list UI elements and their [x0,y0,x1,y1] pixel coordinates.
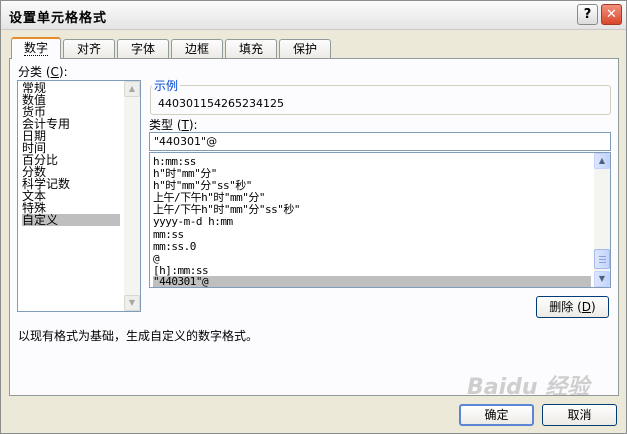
ok-button[interactable]: 确定 [459,404,534,426]
list-item[interactable]: yyyy-m-d h:mm [153,216,591,228]
tab-protection[interactable]: 保护 [279,39,331,58]
sample-value: 440301154265234125 [158,97,284,110]
tab-label: 数字 [23,41,48,56]
watermark: Baidu 经验 [467,375,590,400]
help-button[interactable]: ? [577,4,598,25]
sample-label: 示例 [152,77,181,94]
type-input[interactable]: "440301"@ [149,132,611,151]
type-label: 类型 (T): [149,118,198,132]
tab-font[interactable]: 字体 [117,39,169,58]
scroll-down-icon[interactable]: ▼ [124,295,140,311]
list-item[interactable]: mm:ss.0 [153,241,591,253]
format-scrollbar[interactable]: ▲ ▼ [594,153,610,287]
tab-number[interactable]: 数字 [11,37,61,59]
tab-border[interactable]: 边框 [171,39,223,58]
scroll-up-icon[interactable]: ▲ [594,153,610,169]
category-list[interactable]: 常规 数值 货币 会计专用 日期 时间 百分比 分数 科学记数 文本 特殊 自定… [17,80,141,312]
list-item-selected[interactable]: 自定义 [22,214,120,226]
format-list[interactable]: h:mm:ss h"时"mm"分" h"时"mm"分"ss"秒" 上午/下午h"… [149,152,611,288]
dialog-title: 设置单元格格式 [9,11,108,26]
list-item[interactable]: @ [153,253,591,265]
scroll-thumb[interactable] [594,249,610,269]
cancel-button[interactable]: 取消 [542,404,617,426]
scroll-down-icon[interactable]: ▼ [594,271,610,287]
category-label: 分类 (C): [18,65,68,79]
list-item[interactable]: mm:ss [153,229,591,241]
category-scrollbar[interactable]: ▲ ▼ [124,81,140,311]
delete-button[interactable]: 删除 (D) [536,296,609,318]
list-item-selected[interactable]: "440301"@ [153,276,591,287]
format-cells-dialog: 设置单元格格式 ? ✕ 数字 对齐 字体 边框 填充 保护 分类 (C): 常规… [0,0,627,434]
title-bar[interactable]: 设置单元格格式 ? ✕ [1,1,626,30]
list-item[interactable]: h:mm:ss [153,156,591,168]
tab-fill[interactable]: 填充 [225,39,277,58]
scroll-up-icon[interactable]: ▲ [124,81,140,97]
number-tab-panel: 分类 (C): 常规 数值 货币 会计专用 日期 时间 百分比 分数 科学记数 … [9,58,619,396]
tab-alignment[interactable]: 对齐 [63,39,115,58]
close-button[interactable]: ✕ [601,4,622,25]
format-description: 以现有格式为基础，生成自定义的数字格式。 [18,329,259,343]
